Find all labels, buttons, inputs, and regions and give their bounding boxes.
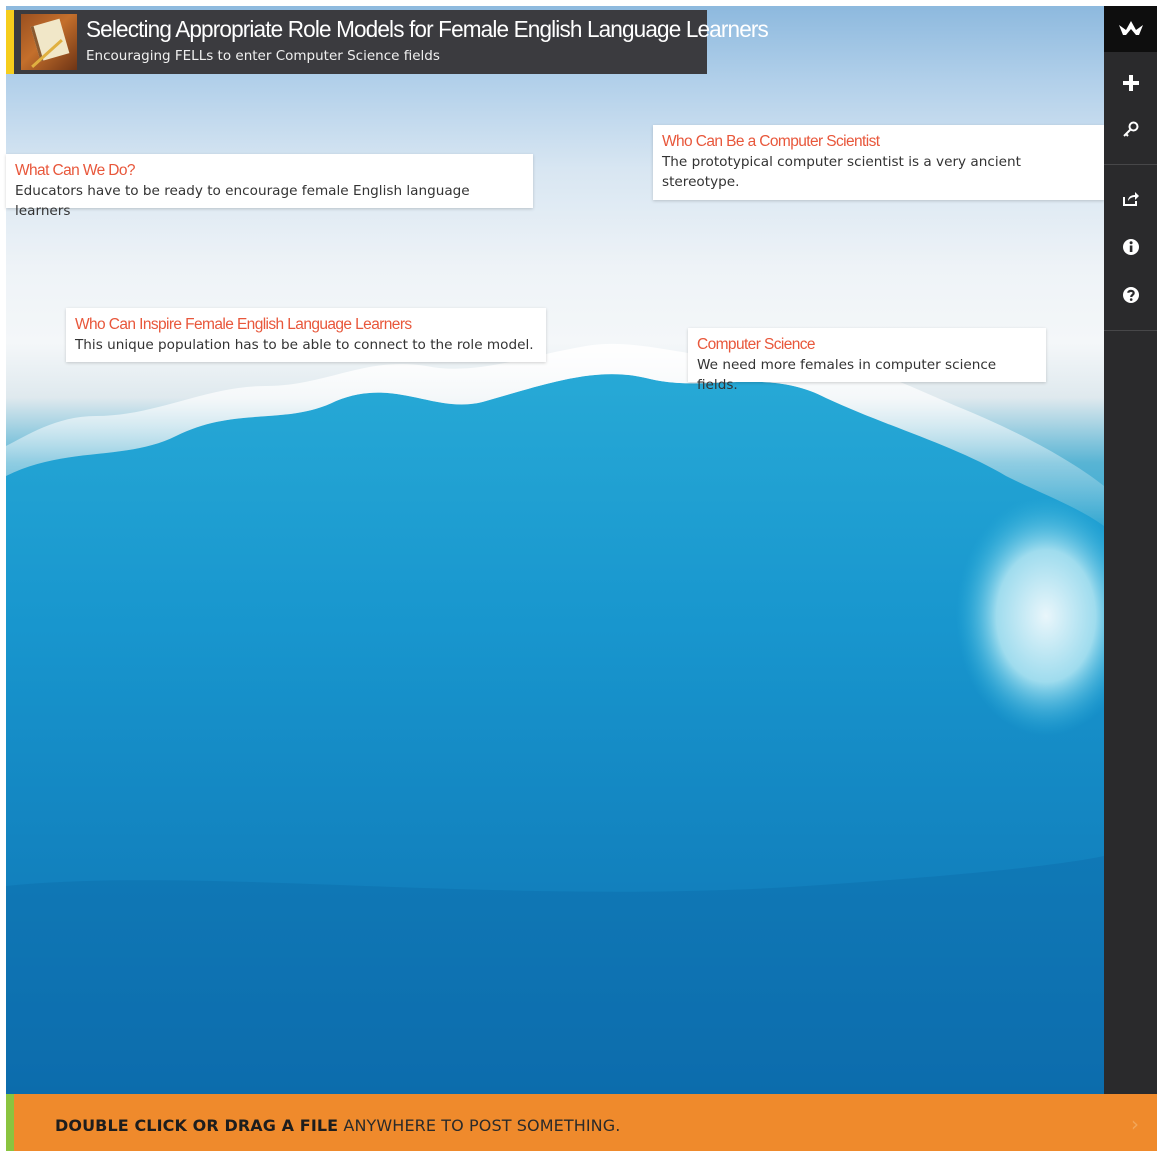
share-icon <box>1122 192 1139 206</box>
sidebar-divider <box>1104 330 1157 331</box>
footer-accent-bar <box>6 1094 14 1151</box>
post-who-can-be-a-computer-scientist[interactable]: Who Can Be a Computer Scientist The prot… <box>653 125 1104 200</box>
wall-title: Selecting Appropriate Role Models for Fe… <box>86 16 769 42</box>
post-prompt-bold: DOUBLE CLICK OR DRAG A FILE <box>55 1116 339 1135</box>
share-button[interactable] <box>1104 176 1157 222</box>
post-body: The prototypical computer scientist is a… <box>662 154 1021 190</box>
padlet-logo-icon <box>1118 21 1143 35</box>
post-body: Educators have to be ready to encourage … <box>15 183 470 219</box>
post-title: Computer Science <box>697 336 816 353</box>
help-button[interactable] <box>1104 272 1157 318</box>
post-body: This unique population has to be able to… <box>75 337 534 353</box>
header-accent-bar <box>6 10 14 74</box>
plus-icon <box>1122 75 1139 91</box>
post-prompt-bar[interactable]: DOUBLE CLICK OR DRAG A FILE ANYWHERE TO … <box>6 1094 1157 1151</box>
info-icon <box>1122 239 1139 255</box>
post-prompt-text: DOUBLE CLICK OR DRAG A FILE ANYWHERE TO … <box>55 1116 620 1135</box>
post-title: Who Can Be a Computer Scientist <box>662 133 880 150</box>
post-what-can-we-do[interactable]: What Can We Do? Educators have to be rea… <box>6 154 533 219</box>
sidebar-divider <box>1104 164 1157 165</box>
post-computer-science[interactable]: Computer Science We need more females in… <box>688 328 1046 393</box>
post-body: We need more females in computer science… <box>697 357 997 393</box>
post-who-can-inspire[interactable]: Who Can Inspire Female English Language … <box>66 308 546 362</box>
wall-thumbnail <box>21 14 77 70</box>
chevron-right-icon[interactable]: › <box>1131 1112 1139 1136</box>
padlet-logo-button[interactable] <box>1104 6 1157 52</box>
post-title: What Can We Do? <box>15 162 136 179</box>
wall-subtitle: Encouraging FELLs to enter Computer Scie… <box>86 48 440 64</box>
add-post-button[interactable] <box>1104 60 1157 106</box>
notepad-icon <box>30 18 70 62</box>
post-title: Who Can Inspire Female English Language … <box>75 316 412 333</box>
post-prompt-rest: ANYWHERE TO POST SOMETHING. <box>338 1116 621 1135</box>
wall-header[interactable]: Selecting Appropriate Role Models for Fe… <box>6 10 769 74</box>
sidebar <box>1104 6 1157 1094</box>
help-icon <box>1122 287 1139 303</box>
info-button[interactable] <box>1104 224 1157 270</box>
login-button[interactable] <box>1104 106 1157 152</box>
key-icon <box>1122 121 1138 137</box>
